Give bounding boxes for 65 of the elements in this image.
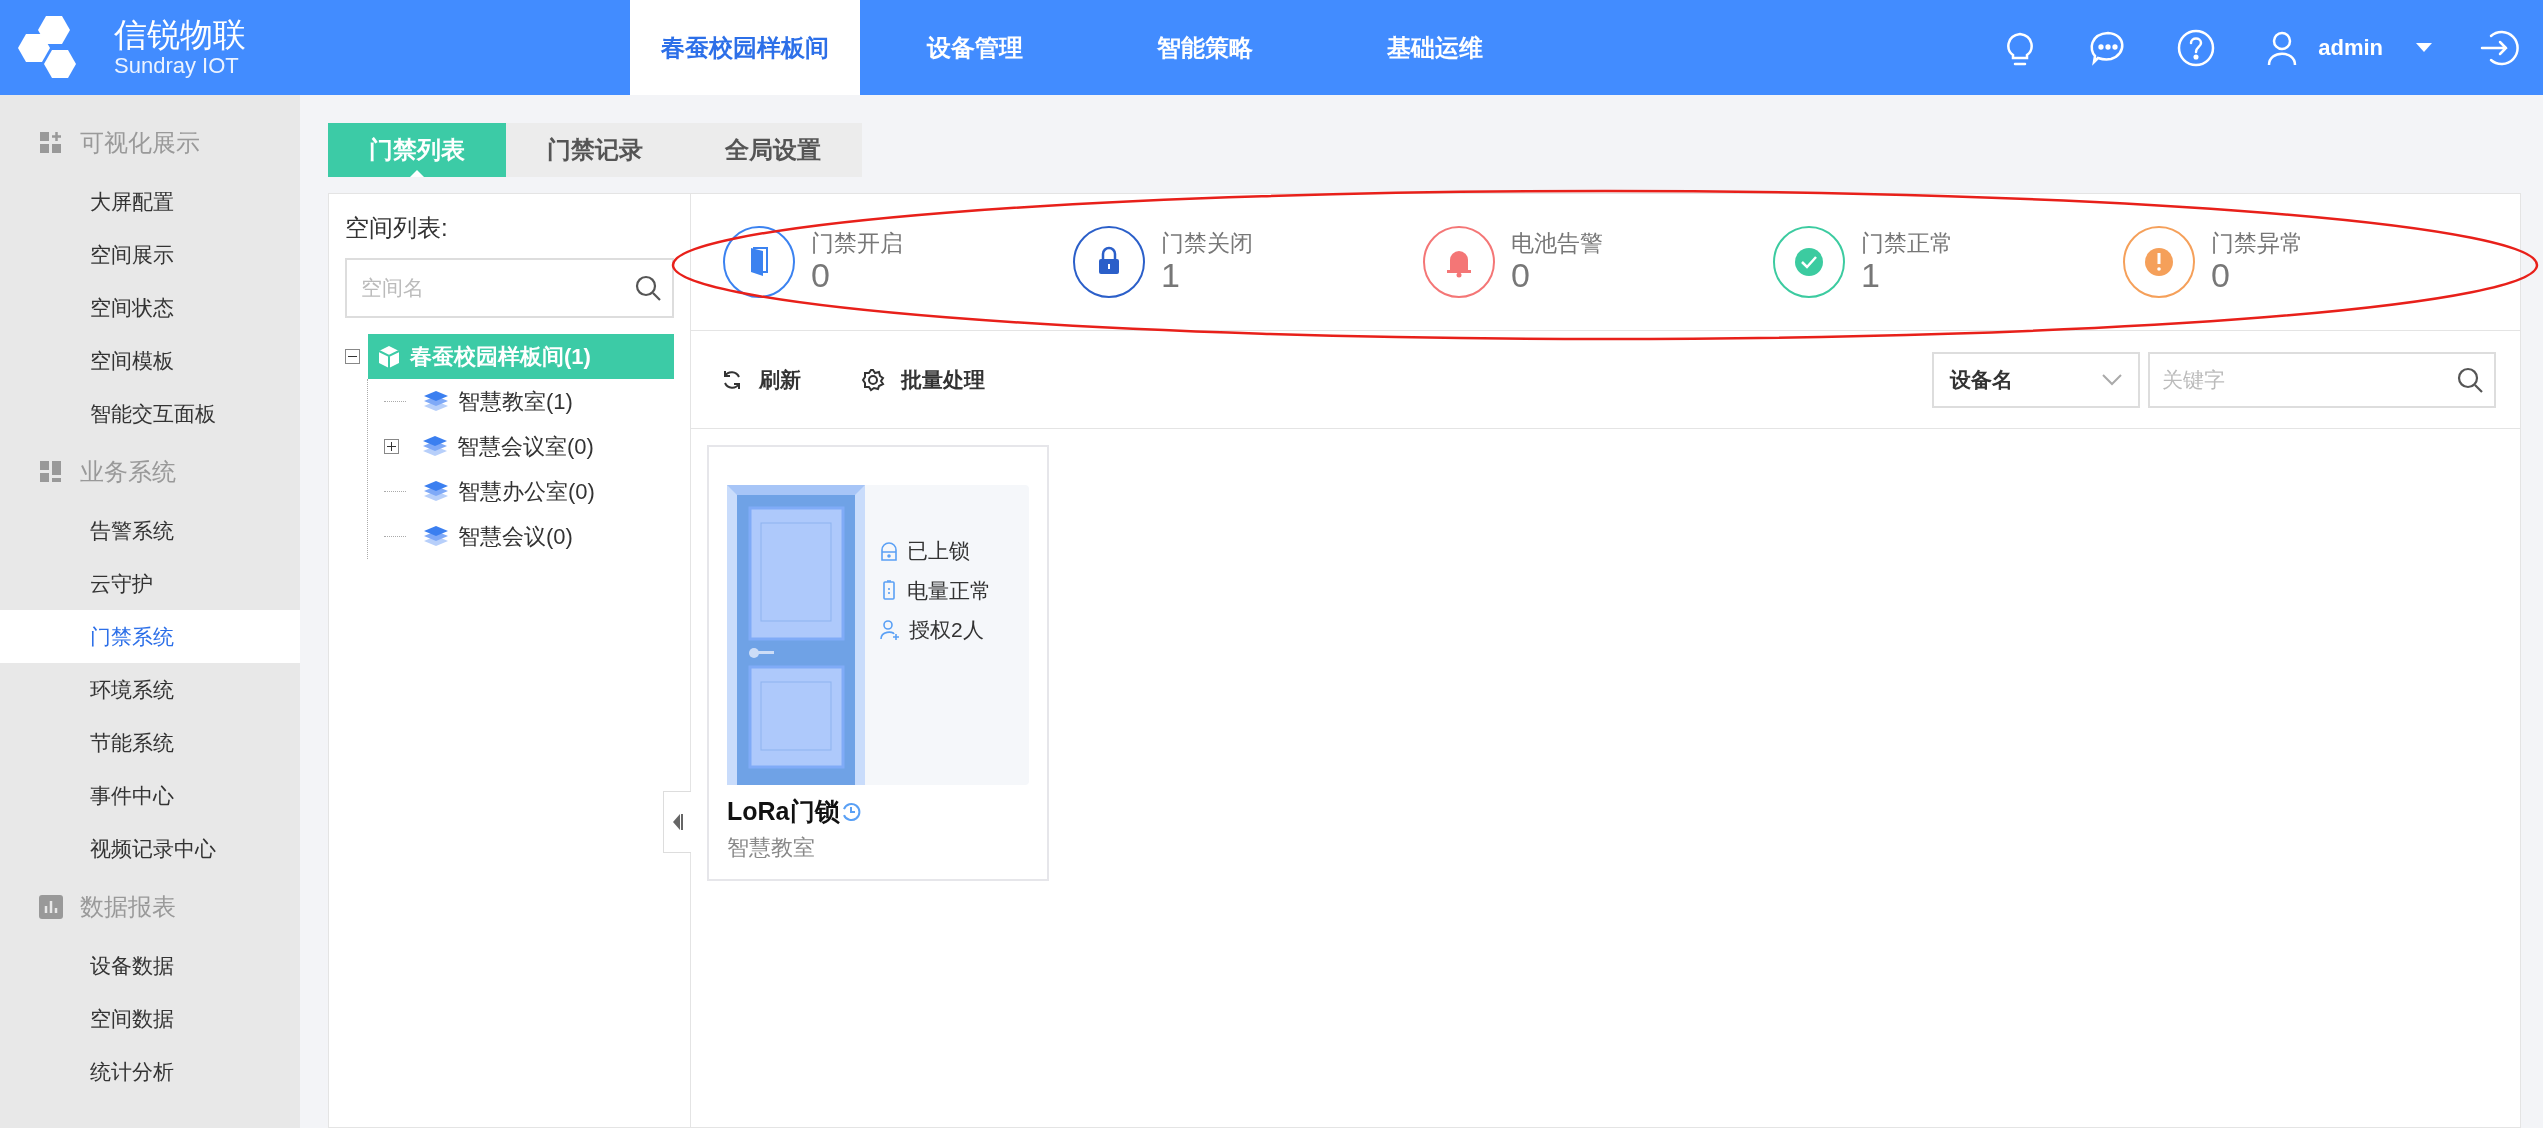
expand-toggle[interactable] <box>384 439 399 454</box>
device-name: LoRa门锁 <box>727 796 840 827</box>
user-add-icon <box>879 618 901 641</box>
gear-icon <box>861 367 885 392</box>
device-card[interactable]: 已上锁 电量正常 授权2人 LoRa门锁 智慧教室 <box>707 445 1049 881</box>
stat-label: 电池告警 <box>1511 229 1603 258</box>
sidebar-item[interactable]: 空间模板 <box>0 334 300 387</box>
stat-value: 0 <box>811 257 831 295</box>
sidebar-item[interactable]: 环境系统 <box>0 663 300 716</box>
collapse-icon <box>671 812 684 832</box>
sidebar-item[interactable]: 节能系统 <box>0 716 300 769</box>
sidebar-item[interactable]: 大屏配置 <box>0 175 300 228</box>
help-icon[interactable] <box>2176 27 2217 68</box>
search-field[interactable]: 空间名 <box>345 258 674 318</box>
status-text: 已上锁 <box>907 538 970 564</box>
grid-icon <box>38 130 64 156</box>
status-text: 授权2人 <box>909 617 984 643</box>
sidebar-item[interactable]: 事件中心 <box>0 769 300 822</box>
collapse-toggle[interactable] <box>345 349 360 364</box>
stat-value: 0 <box>1511 257 1531 295</box>
stat-label: 门禁关闭 <box>1161 229 1253 258</box>
refresh-icon <box>721 368 743 391</box>
search-icon[interactable] <box>2456 365 2484 394</box>
chart-icon <box>38 894 64 920</box>
panel-title: 空间列表: <box>345 213 449 243</box>
stat-label: 门禁异常 <box>2211 229 2303 258</box>
stat-value: 1 <box>1861 257 1881 295</box>
collapse-handle[interactable] <box>663 791 691 853</box>
username: admin <box>2318 34 2383 62</box>
layout-icon <box>38 459 64 485</box>
tree-node[interactable]: 智慧办公室(0) <box>414 469 674 514</box>
sidebar-item[interactable]: 智能交互面板 <box>0 387 300 440</box>
stat-value: 1 <box>1161 257 1181 295</box>
logo-subtitle: Sundray IOT <box>114 53 240 78</box>
sidebar-group-title: 业务系统 <box>80 457 176 487</box>
search-icon[interactable] <box>634 274 662 302</box>
keyword-field[interactable]: 关键字 <box>2148 351 2496 408</box>
device-location: 智慧教室 <box>727 833 816 862</box>
sidebar-item[interactable]: 视频记录中心 <box>0 822 300 875</box>
tree-node[interactable]: 智慧教室(1) <box>414 379 674 424</box>
sidebar-item[interactable]: 门禁系统 <box>0 610 300 663</box>
logo-title: 信锐物联 <box>114 17 246 54</box>
cube-icon <box>376 343 402 370</box>
sidebar-item[interactable]: 设备数据 <box>0 939 300 992</box>
stat-label: 门禁开启 <box>811 229 903 258</box>
sidebar-item[interactable]: 空间数据 <box>0 992 300 1045</box>
tree-node[interactable]: 智慧会议室(0) <box>413 424 674 469</box>
sidebar-item[interactable]: 空间状态 <box>0 281 300 334</box>
sidebar-item[interactable]: 告警系统 <box>0 504 300 557</box>
sidebar-item[interactable]: 统计分析 <box>0 1045 300 1098</box>
sidebar-group-title: 可视化展示 <box>80 128 200 158</box>
sidebar-item[interactable]: 空间展示 <box>0 228 300 281</box>
caret-icon <box>2415 41 2433 54</box>
status-text: 电量正常 <box>907 577 991 604</box>
nav-tab[interactable]: 春蚕校园样板间 <box>630 0 860 95</box>
chevron-down-icon <box>2102 373 2122 386</box>
stat-label: 门禁正常 <box>1861 229 1953 258</box>
lock-icon <box>879 539 899 562</box>
tree-node[interactable]: 智慧会议(0) <box>414 514 674 559</box>
stat-value: 0 <box>2211 257 2231 295</box>
toolbar-button[interactable]: 批量处理 <box>855 362 991 397</box>
sidebar-item[interactable]: 云守护 <box>0 557 300 610</box>
toolbar-button[interactable]: 刷新 <box>715 362 807 397</box>
sidebar-group-title: 数据报表 <box>80 892 176 922</box>
device-name-select[interactable]: 设备名 <box>1932 351 2140 408</box>
